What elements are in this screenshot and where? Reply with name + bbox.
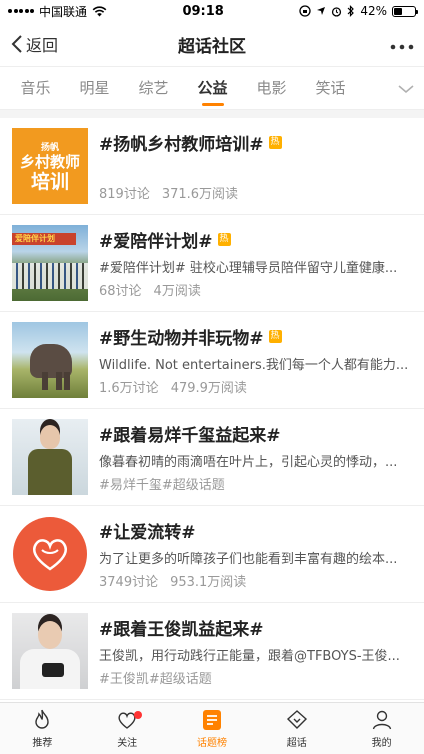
tab-charity[interactable]: 公益 [183, 66, 242, 110]
diamond-icon [286, 710, 307, 729]
nav-bar: 返回 超话社区 [0, 22, 424, 66]
topic-title: #扬帆乡村教师培训# [99, 135, 264, 155]
hot-badge: 热 [217, 233, 231, 246]
bluetooth-icon [347, 5, 355, 17]
list-item[interactable]: 扬帆 乡村教师 培训 #扬帆乡村教师培训# 热 819讨论 371.6万阅读 [0, 118, 424, 215]
more-horizontal-icon [390, 44, 414, 50]
wifi-icon [92, 5, 107, 16]
tab-jokes[interactable]: 笑话 [301, 66, 360, 110]
topic-thumbnail: 爱陪伴计划 [12, 225, 88, 301]
status-bar: 中国联通 09:18 42% [0, 0, 424, 22]
hot-badge: 热 [268, 330, 282, 343]
hot-badge: 热 [268, 136, 282, 149]
alarm-icon [332, 6, 342, 17]
clock: 09:18 [182, 3, 224, 19]
heart-logo-icon [33, 539, 67, 571]
list-item[interactable]: #跟着王俊凯益起来# 王俊凯，用行动践行正能量，跟着@TFBOYS-王俊... … [0, 603, 424, 700]
lock-rotation-icon [299, 5, 311, 17]
tab-movies[interactable]: 电影 [242, 66, 301, 110]
topic-title: #跟着王俊凯益起来# [99, 620, 264, 640]
tabbar-recommend[interactable]: 推荐 [0, 703, 85, 754]
list-item[interactable]: 爱陪伴计划 #爱陪伴计划# 热 #爱陪伴计划# 驻校心理辅导员陪伴留守儿童健康.… [0, 215, 424, 312]
signal-icon [8, 9, 34, 13]
list-item[interactable]: #让爱流转# 为了让更多的听障孩子们也能看到丰富有趣的绘本... 3749讨论 … [0, 506, 424, 603]
chevron-down-icon[interactable] [396, 79, 416, 99]
page-title: 超话社区 [178, 36, 246, 57]
carrier-label: 中国联通 [39, 4, 88, 19]
person-icon [372, 710, 391, 730]
topic-list-icon [202, 710, 221, 730]
tab-variety[interactable]: 综艺 [124, 66, 183, 110]
tabbar-following[interactable]: 关注 [85, 703, 170, 754]
back-button[interactable]: 返回 [10, 32, 58, 56]
tabbar-super-topic[interactable]: 超话 [254, 703, 339, 754]
topic-title: #野生动物并非玩物# [99, 329, 264, 349]
topic-stats: 68讨论 4万阅读 [99, 284, 201, 299]
back-label: 返回 [26, 36, 59, 55]
more-button[interactable] [390, 33, 414, 55]
battery-percent: 42% [360, 4, 387, 18]
topic-description: 王俊凯，用行动践行正能量，跟着@TFBOYS-王俊... [99, 648, 400, 664]
topic-thumbnail [12, 322, 88, 398]
topic-title: #跟着易烊千玺益起来# [99, 426, 281, 446]
list-item[interactable]: #野生动物并非玩物# 热 Wildlife. Not entertainers.… [0, 312, 424, 409]
flame-icon [35, 709, 50, 729]
location-icon [317, 7, 326, 15]
tabbar-topic-chart[interactable]: 话题榜 [170, 703, 255, 754]
category-tabs: 音乐 明星 综艺 公益 电影 笑话 [0, 66, 424, 110]
topic-description: 为了让更多的听障孩子们也能看到丰富有趣的绘本... [99, 551, 398, 567]
topic-description: 像暮春初晴的雨滴唔在叶片上，引起心灵的悸动，... [99, 454, 398, 470]
list-item[interactable]: #跟着易烊千玺益起来# 像暮春初晴的雨滴唔在叶片上，引起心灵的悸动，... #易… [0, 409, 424, 506]
topic-stats: #王俊凯#超级话题 [99, 672, 212, 687]
topic-stats: 3749讨论 953.1万阅读 [99, 575, 247, 590]
topic-title: #爱陪伴计划# [99, 232, 213, 252]
topic-list: 扬帆 乡村教师 培训 #扬帆乡村教师培训# 热 819讨论 371.6万阅读 爱… [0, 118, 424, 700]
topic-description: #爱陪伴计划# 驻校心理辅导员陪伴留守儿童健康... [99, 260, 398, 276]
topic-description: Wildlife. Not entertainers.我们每一个人都有能力... [99, 357, 409, 373]
topic-stats: 1.6万讨论 479.9万阅读 [99, 381, 247, 396]
notification-dot [134, 711, 143, 719]
topic-stats: 819讨论 371.6万阅读 [99, 187, 239, 202]
topic-thumbnail [12, 516, 88, 592]
topic-thumbnail [12, 419, 88, 495]
tab-music[interactable]: 音乐 [6, 66, 65, 110]
bottom-tab-bar: 推荐 关注 话题榜 超话 我的 [0, 702, 424, 754]
topic-stats: #易烊千玺#超级话题 [99, 478, 225, 493]
battery-icon [391, 5, 418, 17]
topic-thumbnail: 扬帆 乡村教师 培训 [12, 128, 88, 204]
chevron-left-icon [11, 35, 22, 53]
section-divider [0, 110, 424, 118]
tab-stars[interactable]: 明星 [65, 66, 124, 110]
tabbar-me[interactable]: 我的 [339, 703, 424, 754]
topic-title: #让爱流转# [99, 523, 196, 543]
topic-thumbnail [12, 613, 88, 689]
